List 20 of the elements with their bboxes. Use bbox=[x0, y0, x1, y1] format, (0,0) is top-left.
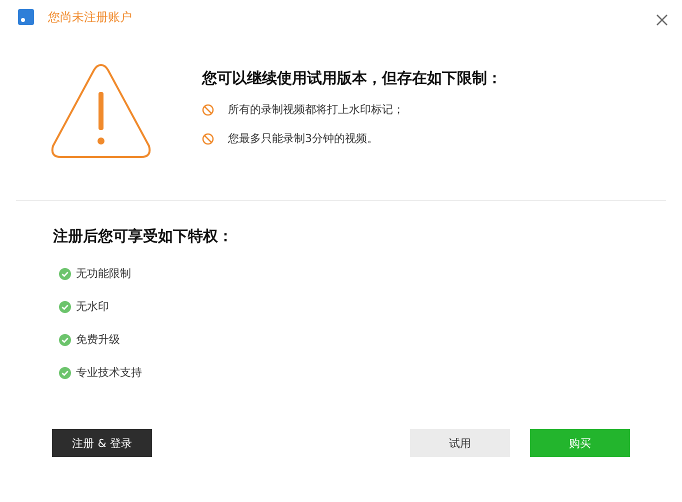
limit-text: 所有的录制视频都将打上水印标记； bbox=[228, 102, 404, 117]
close-icon[interactable] bbox=[656, 14, 668, 26]
warning-icon bbox=[49, 62, 153, 160]
register-login-button[interactable]: 注册 & 登录 bbox=[52, 429, 152, 457]
check-icon bbox=[59, 300, 71, 312]
benefits-heading: 注册后您可享受如下特权： bbox=[53, 227, 234, 246]
benefit-text: 无功能限制 bbox=[76, 266, 131, 281]
trial-button[interactable]: 试用 bbox=[410, 429, 510, 457]
limit-text: 您最多只能录制3分钟的视频。 bbox=[228, 131, 378, 146]
window-title: 您尚未注册账户 bbox=[48, 8, 132, 26]
trial-heading: 您可以继续使用试用版本，但存在如下限制： bbox=[202, 69, 502, 88]
prohibited-icon bbox=[202, 104, 214, 116]
app-icon bbox=[18, 9, 34, 25]
check-icon bbox=[59, 268, 71, 280]
benefit-text: 专业技术支持 bbox=[76, 365, 142, 380]
check-icon bbox=[59, 366, 71, 378]
benefit-text: 免费升级 bbox=[76, 332, 120, 347]
benefit-text: 无水印 bbox=[76, 299, 109, 314]
prohibited-icon bbox=[202, 132, 214, 144]
check-icon bbox=[59, 334, 71, 346]
